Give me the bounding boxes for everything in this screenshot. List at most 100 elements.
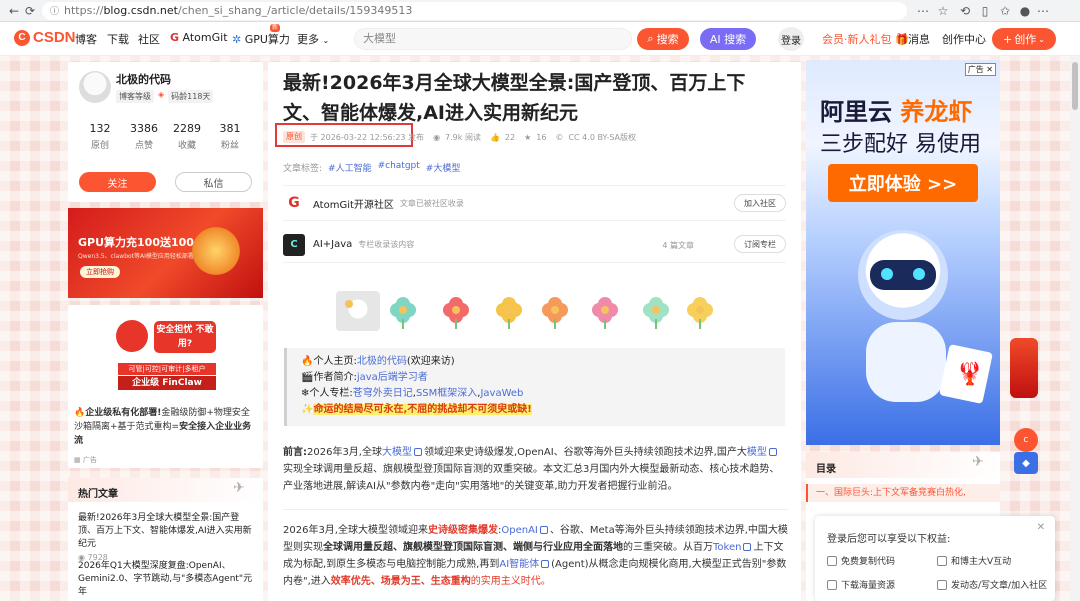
column-link-2[interactable]: SSM框架深入 — [416, 388, 477, 399]
stat-original[interactable]: 132 原创 — [76, 122, 124, 151]
address-bar[interactable]: ⓘ https:// blog.csdn.net /chen_si_shang_… — [42, 1, 907, 20]
author-intro-link[interactable]: java后端学习者 — [357, 372, 428, 383]
decorative-flowers — [336, 291, 788, 333]
aliyun-ad[interactable]: 广告 ✕ 阿里云 养龙虾 三步配好 易使用 立即体验 >> 🦞 — [806, 60, 1000, 445]
create-button[interactable]: + 创作 ⌄ — [992, 28, 1056, 50]
author-name[interactable]: 北极的代码 — [116, 71, 171, 87]
search-button[interactable]: ⌕ 搜索 — [637, 28, 689, 50]
column-link-1[interactable]: 苍穹外卖日记 — [353, 388, 413, 399]
member-gift-link[interactable]: 会员·新人礼包 🎁 — [822, 31, 909, 47]
nav-community[interactable]: 社区 — [138, 31, 160, 47]
keyword-link[interactable]: 模型 — [747, 447, 767, 458]
code-age-badge: 码龄118天 — [168, 90, 214, 103]
hot-article-title: 2026年Q1大模型深度复盘:OpenAI、Gemini2.0、字节跳动,与"多… — [78, 561, 253, 597]
bookmark-star-icon[interactable]: ☆ — [935, 3, 951, 19]
like-icon[interactable]: 👍 — [490, 133, 500, 142]
toc-item-active[interactable]: 一、国际巨头:上下文军备竞赛白热化, — [806, 484, 1000, 502]
gpu-ad-button[interactable]: 立即抢购 — [80, 266, 120, 278]
messages-link[interactable]: 消息 — [908, 31, 930, 47]
perk-post[interactable]: 发动态/写文章/加入社区 — [937, 578, 1047, 591]
creator-center-link[interactable]: 创作中心 — [942, 31, 986, 47]
ad-badge[interactable]: 广告 ✕ — [964, 63, 996, 76]
author-avatar[interactable] — [79, 71, 111, 103]
paper-plane-icon: ✈ — [233, 480, 245, 496]
search-link-icon[interactable] — [541, 560, 550, 568]
column-row-ai-java[interactable]: C AI+Java 专栏收录该内容 4 篇文章 订阅专栏 — [283, 227, 786, 263]
gpu-promo-ad[interactable]: GPU算力充100送100 Qwen3.5、clawbot等AI模型应用轻松部署… — [68, 208, 263, 298]
close-icon[interactable]: ✕ — [1037, 522, 1045, 533]
intro-column-line: ❄个人专栏:苍穹外卖日记,SSM框架深入,JavaWeb — [301, 388, 524, 399]
csdn-float-icon[interactable]: C — [1014, 428, 1038, 452]
column-name: AI+Java — [313, 239, 353, 250]
private-message-button[interactable]: 私信 — [175, 172, 252, 192]
favorite-star-icon[interactable]: ★ — [524, 133, 531, 142]
search-link-icon[interactable] — [768, 448, 777, 456]
perk-download[interactable]: 下载海量资源 — [827, 578, 895, 591]
nav-gpu[interactable]: ✲ GPU算力 — [232, 31, 290, 47]
film-icon: 🎬 — [301, 372, 314, 383]
assistant-icon[interactable]: ◆ — [1014, 452, 1038, 474]
subscribe-column-button[interactable]: 订阅专栏 — [734, 235, 786, 253]
stat-likes[interactable]: 3386 点赞 — [120, 122, 168, 151]
perk-interact[interactable]: 和博主大V互动 — [937, 554, 1011, 567]
reload-icon[interactable]: ⟳ — [22, 3, 38, 19]
logo-text: CSDN — [33, 29, 76, 46]
join-community-button[interactable]: 加入社区 — [734, 194, 786, 212]
ad-try-now-button[interactable]: 立即体验 >> — [828, 164, 978, 202]
views-icon: ◉ — [433, 132, 441, 142]
keyword-link[interactable]: AI智能体 — [499, 559, 539, 570]
community-name: AtomGit开源社区 — [313, 199, 394, 211]
csdn-logo[interactable]: C CSDN — [14, 29, 76, 46]
flower-icon — [542, 297, 568, 329]
site-navbar: C CSDN 博客 下载 社区 G AtomGit ✲ GPU算力 新 更多 ⌄ … — [0, 22, 1080, 56]
page-scrollbar[interactable] — [1070, 56, 1080, 601]
hot-articles-card: 热门文章 ✈ 最新!2026年3月全球大模型全景:国产登顶、百万上下文、智能体爆… — [68, 478, 263, 601]
more-options-icon[interactable]: ⋯ — [915, 3, 931, 19]
tag-llm[interactable]: #大模型 — [426, 161, 461, 174]
preface-text: 实现全球调用量反超、旗舰模型登顶国际盲测的双重突破。本文汇总3月国内外大模型最新… — [283, 464, 780, 492]
follow-button[interactable]: 关注 — [79, 172, 156, 192]
extensions-icon[interactable]: ⟲ — [957, 3, 973, 19]
member-gift-label: 会员·新人礼包 — [822, 33, 892, 46]
csdn-logo-icon: C — [14, 29, 30, 46]
tag-chatgpt[interactable]: #chatgpt — [378, 161, 420, 174]
hot-article-item[interactable]: 最新!2026年3月全球大模型全景:国产登顶、百万上下文、智能体爆发,AI进入实… — [78, 512, 256, 562]
finclaw-ad[interactable]: 安全担忧 不敢用? 可管|可控|可审计|多租户 企业级 FinClaw 🔥企业级… — [68, 305, 263, 468]
profile-avatar-icon[interactable]: ● — [1017, 3, 1033, 19]
gpu-ad-title: GPU算力充100送100 — [78, 236, 194, 249]
login-button[interactable]: 登录 — [778, 27, 804, 51]
keyword-link[interactable]: Token — [713, 542, 741, 553]
para-text: 的三重突破。从百万 — [623, 542, 713, 553]
search-link-icon[interactable] — [539, 526, 548, 534]
para-highlight: 史诗级密集爆发 — [428, 525, 498, 536]
browser-menu-icon[interactable]: ⋯ — [1035, 3, 1051, 19]
intro-home-label: 个人主页: — [313, 356, 357, 367]
nav-blog[interactable]: 博客 — [75, 31, 97, 47]
ad-icon: ▦ — [74, 456, 83, 464]
nav-atomgit[interactable]: G AtomGit — [170, 31, 228, 44]
search-input[interactable]: 大模型 — [354, 28, 632, 50]
community-row-atomgit[interactable]: G AtomGit开源社区 文章已被社区收录 加入社区 — [283, 185, 786, 221]
column-article-count: 4 篇文章 — [662, 241, 694, 250]
search-link-icon[interactable] — [414, 448, 422, 456]
keyword-link[interactable]: OpenAI — [501, 525, 538, 536]
stat-fans[interactable]: 381 粉丝 — [206, 122, 254, 151]
back-icon[interactable]: ← — [6, 3, 22, 19]
stat-favorites[interactable]: 2289 收藏 — [163, 122, 211, 151]
favorites-icon[interactable]: ✩ — [997, 3, 1013, 19]
ai-search-button[interactable]: AI 搜索 — [700, 28, 756, 50]
scrollbar-thumb[interactable] — [1072, 62, 1078, 110]
hot-article-item[interactable]: 2026年Q1大模型深度复盘:OpenAI、Gemini2.0、字节跳动,与"多… — [78, 560, 256, 601]
nav-more[interactable]: 更多 ⌄ — [297, 31, 329, 47]
perk-copy-code[interactable]: 免费复制代码 — [827, 554, 895, 567]
keyword-link[interactable]: 大模型 — [382, 447, 412, 458]
article-paragraph: 2026年3月,全球大模型领域迎来史诗级密集爆发:OpenAI 、谷歌、Meta等… — [283, 522, 788, 590]
search-link-icon[interactable] — [743, 543, 752, 551]
author-home-link[interactable]: 北极的代码 — [357, 356, 407, 367]
tag-ai[interactable]: #人工智能 — [328, 161, 372, 174]
sidebar-icon[interactable]: ▯ — [977, 3, 993, 19]
nav-download[interactable]: 下载 — [107, 31, 129, 47]
column-link-3[interactable]: JavaWeb — [480, 388, 523, 399]
floating-promo[interactable] — [1010, 338, 1038, 398]
site-info-icon[interactable]: ⓘ — [50, 4, 59, 17]
